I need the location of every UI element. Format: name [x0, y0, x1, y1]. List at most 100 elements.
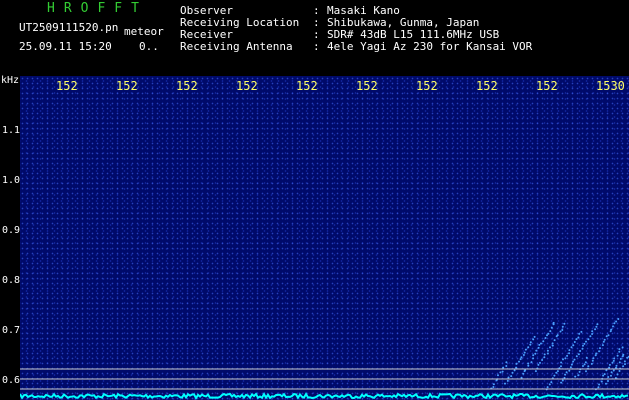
echo-dot [592, 357, 595, 360]
echo-dot [574, 375, 577, 378]
echo-dot [579, 350, 582, 352]
echo-dot [568, 369, 571, 372]
echo-dot [618, 350, 621, 353]
echo-dot [613, 357, 616, 360]
echo-dot [561, 329, 564, 331]
echo-dot [570, 346, 573, 349]
echo-dot [573, 341, 576, 343]
echo-dot [618, 370, 621, 372]
echo-dot [581, 347, 584, 350]
echo-dot [553, 374, 556, 377]
x-tick-label: 152 [356, 80, 378, 92]
y-tick-label: 1.1 [2, 125, 21, 136]
echo-dot [522, 354, 525, 356]
echo-dot [582, 365, 584, 367]
echo-dot [548, 383, 551, 386]
x-tick-label: 152 [236, 80, 258, 92]
echo-dot [499, 371, 502, 374]
x-tick-label: 152 [476, 80, 498, 92]
x-tick-label: 1530 [596, 80, 625, 92]
echo-dot [565, 371, 568, 374]
echo-dot [618, 348, 621, 351]
echo-dot [492, 386, 495, 388]
echo-dot [564, 373, 567, 376]
echo-dot [607, 380, 609, 382]
echo-dot [504, 382, 506, 385]
echo-dot [523, 351, 526, 354]
echo-dot [542, 340, 545, 343]
echo-dot [590, 362, 593, 365]
echo-dot [518, 360, 520, 363]
y-tick-label: 0.6 [2, 375, 21, 386]
echo-dot [622, 365, 625, 368]
echo-dot [603, 338, 606, 341]
echo-dot [585, 356, 588, 359]
echo-dot [575, 355, 578, 358]
echo-dot [539, 361, 541, 364]
echo-dot [573, 358, 576, 361]
echo-dot [530, 361, 533, 364]
echo-dot [608, 363, 611, 366]
echo-dot [622, 353, 625, 356]
echo-dot [610, 328, 613, 331]
echo-dot [572, 360, 575, 363]
echo-dot [501, 370, 504, 373]
echo-dot [607, 334, 610, 337]
info-label: Receiving Antenna [180, 40, 293, 53]
x-tick-label: 152 [296, 80, 318, 92]
echo-dot [497, 374, 499, 377]
echo-dot [587, 338, 590, 341]
echo-dot [505, 361, 508, 364]
unit-label: kHz [1, 75, 20, 86]
echo-dot [520, 356, 523, 359]
echo-dot [513, 369, 516, 372]
echo-dot [587, 365, 590, 368]
echo-dot [572, 344, 575, 347]
echo-dot [585, 370, 587, 373]
file-name: UT2509111520.pn [19, 21, 119, 34]
echo-dot [615, 366, 617, 369]
echo-dot [610, 371, 613, 374]
echo-dot [550, 381, 553, 384]
echo-dot [615, 364, 618, 367]
echo-dot [597, 386, 600, 389]
echo-dot [594, 328, 597, 331]
echo-dot [541, 359, 544, 361]
echo-dot [524, 348, 527, 351]
echo-dot [583, 363, 586, 366]
echo-dot [605, 382, 607, 385]
echo-dot [546, 352, 549, 355]
echo-dot [515, 366, 518, 369]
echo-dot [522, 372, 525, 375]
echo-dot [584, 361, 587, 364]
echo-dot [566, 354, 569, 357]
echo-dot [602, 340, 605, 343]
echo-dot [603, 373, 606, 376]
brand-title: HROFFT [47, 1, 148, 16]
info-row-antenna: Receiving Antenna : 4ele Yagi Az 230 for… [180, 41, 532, 53]
echo-dot [598, 383, 601, 386]
echo-dot [618, 361, 621, 364]
echo-dot [510, 375, 513, 378]
echo-dot [506, 379, 509, 382]
echo-dot [596, 323, 599, 326]
echo-dot [532, 357, 535, 360]
echo-dot [547, 332, 550, 335]
echo-dot [621, 346, 624, 349]
echo-dot [529, 343, 532, 346]
echo-dot [568, 352, 571, 355]
y-tick-label: 0.8 [2, 275, 21, 286]
echo-dot [591, 359, 594, 362]
info-value: 4ele Yagi Az 230 for Kansai VOR [327, 40, 533, 53]
echo-dot [560, 365, 562, 368]
y-tick-label: 0.7 [2, 325, 21, 336]
echo-dot [519, 358, 522, 361]
echo-dot [610, 374, 612, 377]
x-tick-label: 152 [176, 80, 198, 92]
echo-dot [577, 353, 580, 356]
echo-dot [580, 330, 583, 333]
echo-dot [612, 369, 615, 372]
echo-dot [492, 383, 495, 386]
echo-dot [549, 346, 551, 349]
echo-dot [505, 365, 508, 367]
